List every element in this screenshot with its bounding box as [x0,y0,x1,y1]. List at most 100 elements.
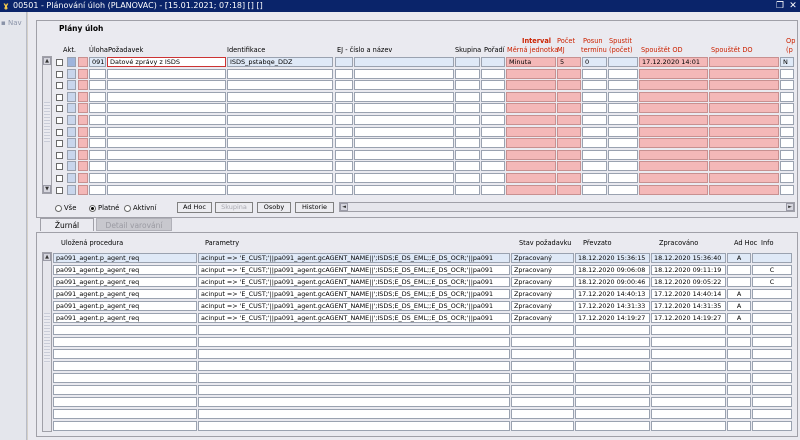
cell-pocet[interactable] [557,161,581,172]
row-active-checkbox[interactable] [56,151,63,159]
scroll-thumb[interactable] [44,102,50,142]
journal-cell-zpracovano[interactable]: 17.12.2020 14:19:27 [651,313,726,323]
cell-ej2[interactable] [354,173,454,183]
cell-do[interactable] [709,138,779,149]
tab-zurnal[interactable]: Žurnál [40,218,94,231]
journal-cell-zpracovano[interactable] [651,385,726,395]
skupina-button[interactable]: Skupina [215,202,253,213]
cell-ej1[interactable] [335,80,353,91]
cell-skupina[interactable] [455,126,480,137]
cell-skupina[interactable] [455,57,480,67]
cell-merna[interactable] [506,91,556,102]
journal-cell-zpracovano[interactable]: 18.12.2020 09:05:22 [651,277,726,287]
cell-posun[interactable] [582,103,607,114]
cell-spusti[interactable] [608,126,638,137]
cell-od[interactable] [639,91,708,102]
cell-merna[interactable] [506,184,556,195]
journal-cell-adhoc[interactable] [727,349,751,359]
row-active-checkbox[interactable] [56,140,63,148]
journal-cell-adhoc[interactable] [727,385,751,395]
journal-cell-stav[interactable] [511,385,574,395]
journal-cell-prevzato[interactable]: 17.12.2020 14:40:13 [575,289,650,299]
row-selector[interactable] [67,173,76,183]
cell-ej2[interactable] [354,184,454,195]
cell-posun[interactable] [582,80,607,91]
cell-spusti[interactable] [608,57,638,67]
cell-posun[interactable] [582,68,607,79]
journal-cell-zpracovano[interactable] [651,349,726,359]
row-selector[interactable] [67,57,76,67]
journal-cell-parametry[interactable] [198,397,510,407]
cell-identifikace[interactable] [227,91,333,102]
cell-pozadavek[interactable] [107,161,226,172]
cell-spusti[interactable] [608,80,638,91]
journal-cell-stav[interactable] [511,397,574,407]
cell-ej2[interactable] [354,115,454,125]
cell-poradi[interactable] [481,57,505,67]
cell-ej1[interactable] [335,68,353,79]
cell-od[interactable] [639,68,708,79]
cell-pocet[interactable] [557,126,581,137]
cell-poradi[interactable] [481,149,505,160]
cell-od[interactable]: 17.12.2020 14:01 [639,57,708,67]
journal-cell-info[interactable] [752,253,792,263]
cell-skupina[interactable] [455,115,480,125]
tab-detail-varovani[interactable]: Detail varování [96,218,172,231]
cell-ej1[interactable] [335,103,353,114]
cell-pozadavek[interactable] [107,126,226,137]
row-selector[interactable] [67,126,76,137]
cell-ej1[interactable] [335,138,353,149]
cell-ej1[interactable] [335,91,353,102]
journal-cell-info[interactable]: C [752,265,792,275]
journal-cell-procedura[interactable]: pa091_agent.p_agent_req [53,289,197,299]
cell-ej1[interactable] [335,126,353,137]
cell-identifikace[interactable]: ISDS_pstabqe_DDZ [227,57,333,67]
cell-do[interactable] [709,103,779,114]
row-selector[interactable] [67,161,76,172]
row-active-checkbox[interactable] [56,105,63,113]
journal-cell-zpracovano[interactable]: 17.12.2020 14:31:35 [651,301,726,311]
journal-cell-adhoc[interactable] [727,409,751,419]
cell-identifikace[interactable] [227,103,333,114]
row-active-checkbox[interactable] [56,163,63,171]
cell-skupina[interactable] [455,184,480,195]
journal-cell-adhoc[interactable] [727,373,751,383]
journal-cell-info[interactable] [752,421,792,431]
filter-vse-radio[interactable] [55,205,62,212]
journal-cell-prevzato[interactable]: 18.12.2020 09:06:08 [575,265,650,275]
cell-od[interactable] [639,173,708,183]
cell-uloha[interactable] [89,138,106,149]
journal-cell-parametry[interactable] [198,421,510,431]
cell-od[interactable] [639,149,708,160]
journal-cell-procedura[interactable] [53,409,197,419]
journal-cell-info[interactable] [752,385,792,395]
cell-poradi[interactable] [481,103,505,114]
journal-cell-procedura[interactable] [53,349,197,359]
cell-uloha[interactable] [89,161,106,172]
cell-ej2[interactable] [354,149,454,160]
cell-merna[interactable] [506,103,556,114]
cell-ej1[interactable] [335,173,353,183]
cell-uloha[interactable] [89,115,106,125]
cell-spusti[interactable] [608,138,638,149]
cell-opak[interactable] [780,161,794,172]
cell-pozadavek[interactable] [107,138,226,149]
cell-opak[interactable] [780,126,794,137]
cell-merna[interactable] [506,173,556,183]
journal-cell-parametry[interactable] [198,385,510,395]
cell-merna[interactable] [506,68,556,79]
cell-ej2[interactable] [354,91,454,102]
cell-skupina[interactable] [455,173,480,183]
journal-cell-zpracovano[interactable] [651,373,726,383]
cell-pozadavek[interactable]: Datové zprávy z ISDS [107,57,226,67]
journal-cell-stav[interactable]: Zpracovaný [511,277,574,287]
journal-cell-stav[interactable] [511,325,574,335]
cell-opak[interactable] [780,80,794,91]
journal-cell-adhoc[interactable] [727,361,751,371]
journal-cell-parametry[interactable]: acinput => 'E_CUST;'||pa091_agent.gcAGEN… [198,277,510,287]
journal-cell-info[interactable] [752,361,792,371]
cell-pocet[interactable] [557,103,581,114]
cell-skupina[interactable] [455,138,480,149]
row-selector[interactable] [67,68,76,79]
cell-opak[interactable] [780,68,794,79]
